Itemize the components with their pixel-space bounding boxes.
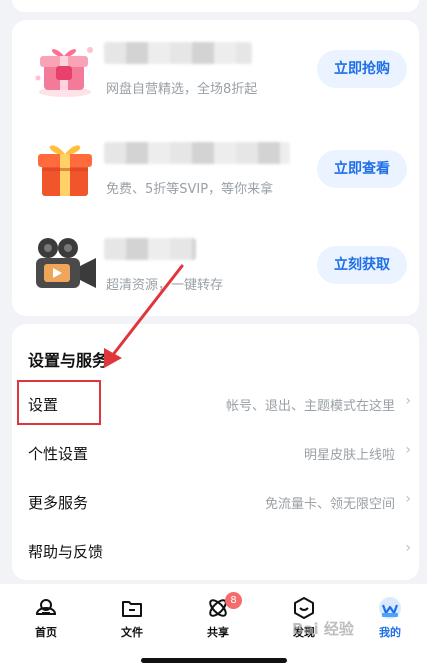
- promo-row-svip[interactable]: 免费、5折等SVIP，等你来拿 立即查看: [12, 124, 419, 214]
- previous-card-bottom: [12, 0, 419, 12]
- chevron-right-icon: ›: [405, 540, 411, 556]
- buy-now-button[interactable]: 立即抢购: [317, 50, 407, 88]
- watermark: Bai 经验: [292, 620, 354, 638]
- tab-profile[interactable]: 我的: [360, 596, 420, 646]
- tab-label: 首页: [35, 626, 57, 639]
- movie-camera-icon: [36, 238, 96, 288]
- row-description: 免流量卡、领无限空间: [264, 497, 395, 512]
- row-label: 帮助与反馈: [28, 543, 104, 561]
- blurred-title: [104, 42, 252, 64]
- promo-subtitle: 网盘自营精选，全场8折起: [106, 82, 258, 97]
- gift-box-orange-icon: [38, 145, 92, 196]
- gift-box-pink-icon: [35, 47, 93, 97]
- row-label: 个性设置: [28, 445, 89, 463]
- blurred-title: [104, 238, 196, 260]
- row-label: 更多服务: [28, 494, 89, 512]
- tab-label: 共享: [207, 626, 229, 639]
- blurred-title: [104, 142, 290, 164]
- row-description: 明星皮肤上线啦: [303, 448, 395, 463]
- home-icon: [35, 599, 57, 615]
- more-services-row[interactable]: 更多服务 免流量卡、领无限空间 ›: [12, 478, 419, 526]
- share-notification-badge: 8: [225, 592, 242, 609]
- promo-subtitle: 免费、5折等SVIP，等你来拿: [106, 182, 274, 197]
- tab-files[interactable]: 文件: [102, 596, 162, 646]
- folder-icon: [122, 601, 142, 617]
- view-now-button[interactable]: 立即查看: [317, 150, 407, 188]
- help-feedback-row[interactable]: 帮助与反馈 ›: [12, 527, 419, 575]
- tab-label: 我的: [379, 626, 401, 639]
- profile-avatar-icon: [379, 597, 401, 619]
- chevron-right-icon: ›: [405, 393, 411, 409]
- personalization-row[interactable]: 个性设置 明星皮肤上线啦 ›: [12, 429, 419, 477]
- home-indicator[interactable]: [141, 658, 287, 663]
- promo-row-mall[interactable]: 网盘自营精选，全场8折起 立即抢购: [12, 24, 419, 114]
- highlight-box-annotation: [17, 380, 101, 425]
- row-description: 帐号、退出、主题模式在这里: [225, 399, 395, 414]
- discover-icon: [294, 597, 314, 619]
- promo-card: 网盘自营精选，全场8折起 立即抢购 免费、5折等SVIP，等你来拿 立即查看 超…: [12, 20, 419, 316]
- get-now-button[interactable]: 立刻获取: [317, 246, 407, 284]
- chevron-right-icon: ›: [405, 442, 411, 458]
- promo-row-resources[interactable]: 超清资源，一键转存 立刻获取: [12, 220, 419, 310]
- section-title: 设置与服务: [28, 351, 109, 370]
- promo-subtitle: 超清资源，一键转存: [106, 278, 224, 293]
- settings-services-card: 设置与服务 设置 帐号、退出、主题模式在这里 › 个性设置 明星皮肤上线啦 › …: [12, 324, 419, 580]
- tab-home[interactable]: 首页: [16, 596, 76, 646]
- tab-label: 文件: [121, 626, 143, 639]
- chevron-right-icon: ›: [405, 491, 411, 507]
